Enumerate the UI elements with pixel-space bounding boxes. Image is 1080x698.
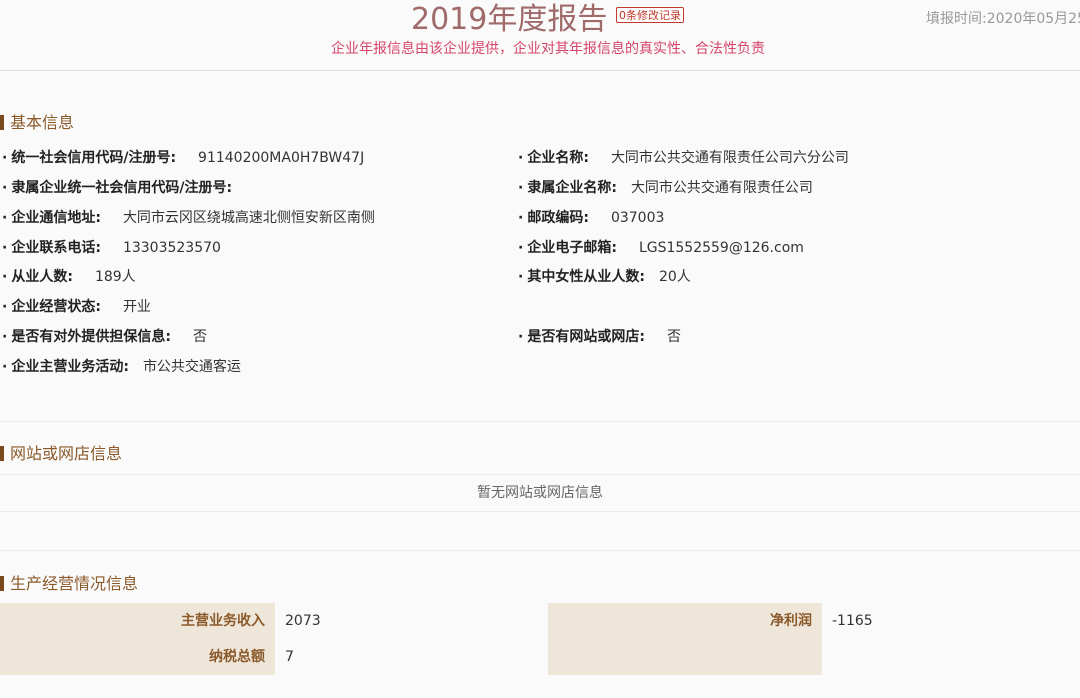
bullet-icon: · [2, 210, 8, 226]
revenue-value: 2073 [275, 603, 548, 639]
bullet-icon: · [518, 180, 524, 196]
bullet-icon: · [2, 240, 8, 256]
bullet-icon: · [2, 269, 8, 285]
bullet-icon: · [2, 150, 8, 166]
bullet-icon: · [518, 240, 524, 256]
website-empty-state: 暂无网站或网店信息 [0, 474, 1080, 512]
field-label: 企业通信地址: [11, 210, 101, 226]
section-divider [0, 421, 1080, 422]
field-email: · 企业电子邮箱: LGS1552559@126.com [518, 238, 804, 258]
bullet-icon: · [518, 329, 524, 345]
field-label: 邮政编码: [527, 210, 589, 226]
bullet-icon: · [2, 180, 8, 196]
field-value: 否 [666, 329, 681, 345]
bullet-icon: · [2, 359, 8, 375]
modify-record-link[interactable]: 0条修改记录 [616, 7, 684, 23]
field-value: 大同市公共交通有限责任公司 [630, 180, 813, 196]
tax-value: 7 [275, 639, 548, 675]
section-divider [0, 550, 1080, 551]
net-profit-label: 净利润 [548, 603, 822, 639]
field-value: LGS1552559@126.com [638, 240, 804, 256]
section-bar-icon [0, 446, 4, 461]
field-phone: · 企业联系电话: 13303523570 [2, 238, 221, 258]
field-postcode: · 邮政编码: 037003 [518, 208, 664, 228]
field-value: 开业 [122, 299, 151, 315]
field-value: 037003 [610, 210, 665, 226]
field-female-employees: · 其中女性从业人数: 20人 [518, 267, 691, 287]
field-value: 91140200MA0H7BW47J [198, 150, 365, 166]
field-value: 大同市云冈区绕城高速北侧恒安新区南侧 [122, 210, 375, 226]
field-label: 隶属企业统一社会信用代码/注册号: [11, 180, 233, 196]
field-value: 13303523570 [122, 240, 221, 256]
section-title-website-info: 网站或网店信息 [0, 444, 122, 464]
section-bar-icon [0, 576, 4, 591]
field-credit-code: · 统一社会信用代码/注册号: 91140200MA0H7BW47J [2, 148, 364, 168]
report-title: 2019年度报告 [411, 2, 608, 37]
field-status: · 企业经营状态: 开业 [2, 297, 151, 317]
section-bar-icon [0, 115, 4, 130]
field-value: 20人 [658, 269, 691, 285]
field-main-business: · 企业主营业务活动: 市公共交通客运 [2, 357, 241, 377]
section-title-text: 生产经营情况信息 [10, 574, 139, 593]
field-label: 企业电子邮箱: [527, 240, 617, 256]
field-label: 是否有网站或网店: [527, 329, 645, 345]
revenue-label: 主营业务收入 [0, 603, 275, 639]
field-label: 隶属企业名称: [527, 180, 617, 196]
field-label: 从业人数: [11, 269, 73, 285]
tax-label: 纳税总额 [0, 639, 275, 675]
empty-cell [548, 639, 822, 675]
section-title-text: 网站或网店信息 [10, 444, 123, 463]
field-label: 企业名称: [527, 150, 589, 166]
field-guarantee: · 是否有对外提供担保信息: 否 [2, 327, 207, 347]
report-disclaimer: 企业年报信息由该企业提供，企业对其年报信息的真实性、合法性负责 [331, 41, 765, 57]
field-value: 市公共交通客运 [142, 359, 241, 375]
report-header: 2019年度报告 0条修改记录 填报时间:2020年05月25 企业年报信息由该… [0, 0, 1080, 71]
field-value: 大同市公共交通有限责任公司六分公司 [610, 150, 849, 166]
field-website: · 是否有网站或网店: 否 [518, 327, 681, 347]
field-value: 189人 [94, 269, 136, 285]
field-label: 统一社会信用代码/注册号: [11, 150, 177, 166]
field-parent-code: · 隶属企业统一社会信用代码/注册号: [2, 178, 254, 198]
bullet-icon: · [518, 210, 524, 226]
bullet-icon: · [2, 329, 8, 345]
field-employees: · 从业人数: 189人 [2, 267, 136, 287]
field-label: 企业经营状态: [11, 299, 101, 315]
bullet-icon: · [518, 150, 524, 166]
field-address: · 企业通信地址: 大同市云冈区绕城高速北侧恒安新区南侧 [2, 208, 375, 228]
empty-cell [822, 639, 1080, 675]
section-title-basic-info: 基本信息 [0, 113, 74, 133]
field-label: 其中女性从业人数: [527, 269, 645, 285]
bullet-icon: · [518, 269, 524, 285]
field-company-name: · 企业名称: 大同市公共交通有限责任公司六分公司 [518, 148, 849, 168]
net-profit-value: -1165 [822, 603, 1080, 639]
fill-date: 填报时间:2020年05月25 [926, 11, 1080, 27]
field-parent-name: · 隶属企业名称: 大同市公共交通有限责任公司 [518, 178, 813, 198]
field-value: 否 [192, 329, 207, 345]
field-label: 是否有对外提供担保信息: [11, 329, 171, 345]
section-title-text: 基本信息 [10, 113, 75, 132]
production-table: 主营业务收入 2073 净利润 -1165 纳税总额 7 [0, 603, 1080, 675]
field-label: 企业联系电话: [11, 240, 101, 256]
bullet-icon: · [2, 299, 8, 315]
field-label: 企业主营业务活动: [11, 359, 129, 375]
section-title-production-info: 生产经营情况信息 [0, 574, 138, 594]
